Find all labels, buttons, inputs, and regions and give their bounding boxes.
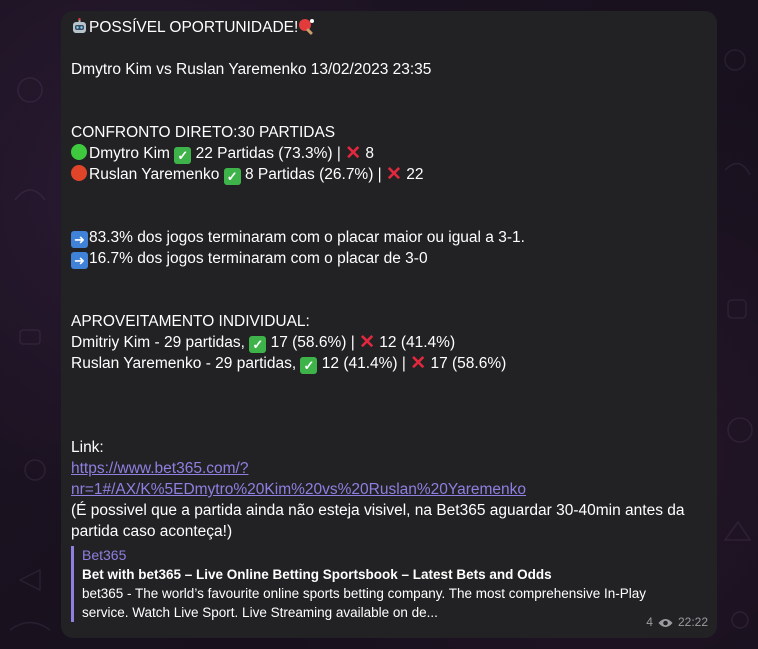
message-header: POSSÍVEL OPORTUNIDADE! (71, 17, 707, 38)
bet365-link-part2[interactable]: nr=1#/AX/K%5EDmytro%20Kim%20vs%20Ruslan%… (71, 481, 526, 498)
cross-mark-icon: ✕ (410, 353, 427, 374)
right-arrow-icon: ➜ (71, 252, 88, 269)
red-circle-icon (71, 165, 87, 181)
message-meta: 4 22:22 (646, 612, 708, 633)
check-mark-icon: ✓ (174, 147, 192, 164)
link-label: Link: (71, 439, 104, 456)
h2h-title: CONFRONTO DIRETO:30 PARTIDAS (71, 124, 336, 141)
cross-mark-icon: ✕ (345, 143, 362, 164)
matchup: Dmytro Kim vs Ruslan Yaremenko 13/02/202… (71, 61, 432, 78)
message-bubble: POSSÍVEL OPORTUNIDADE! Dmytro Kim vs Rus… (61, 11, 717, 638)
green-circle-icon (71, 144, 87, 160)
ping-pong-emoji-icon (298, 18, 315, 35)
check-mark-icon: ✓ (249, 336, 267, 353)
robot-emoji-icon (71, 18, 88, 35)
check-mark-icon: ✓ (223, 168, 241, 185)
header-text: POSSÍVEL OPORTUNIDADE! (89, 19, 299, 36)
h2h-player2: Ruslan Yaremenko ✓ 8 Partidas (26.7%) | … (71, 164, 707, 185)
check-mark-icon: ✓ (300, 357, 318, 374)
stat-line-1: ➜ 83.3% dos jogos terminaram com o placar… (71, 227, 707, 248)
individual-player1: Dmitriy Kim - 29 partidas, ✓ 17 (58.6%) … (71, 332, 456, 353)
preview-description: bet365 - The world’s favourite online sp… (82, 586, 647, 620)
cross-mark-icon: ✕ (386, 164, 402, 185)
message-time: 22:22 (677, 615, 708, 629)
individual-title: APROVEITAMENTO INDIVIDUAL: (71, 313, 310, 330)
cross-mark-icon: ✕ (359, 332, 375, 353)
view-count: 4 (646, 615, 653, 629)
availability-note: (É possivel que a partida ainda não este… (71, 502, 689, 540)
link-preview[interactable]: Bet365 Bet with bet365 – Live Online Bet… (71, 546, 692, 622)
preview-title: Bet with bet365 – Live Online Betting Sp… (82, 567, 552, 582)
message-text: POSSÍVEL OPORTUNIDADE! Dmytro Kim vs Rus… (71, 17, 707, 542)
bet365-link-part1[interactable]: https://www.bet365.com/? (71, 460, 248, 477)
h2h-player1: Dmytro Kim ✓ 22 Partidas (73.3%) | ✕ 8 (71, 143, 707, 164)
individual-player2: Ruslan Yaremenko - 29 partidas, ✓ 12 (41… (71, 353, 507, 374)
preview-site-name: Bet365 (82, 547, 127, 563)
right-arrow-icon: ➜ (71, 231, 88, 248)
stat-line-2: ➜ 16.7% dos jogos terminaram com o placar… (71, 248, 707, 269)
eye-icon (658, 618, 673, 627)
